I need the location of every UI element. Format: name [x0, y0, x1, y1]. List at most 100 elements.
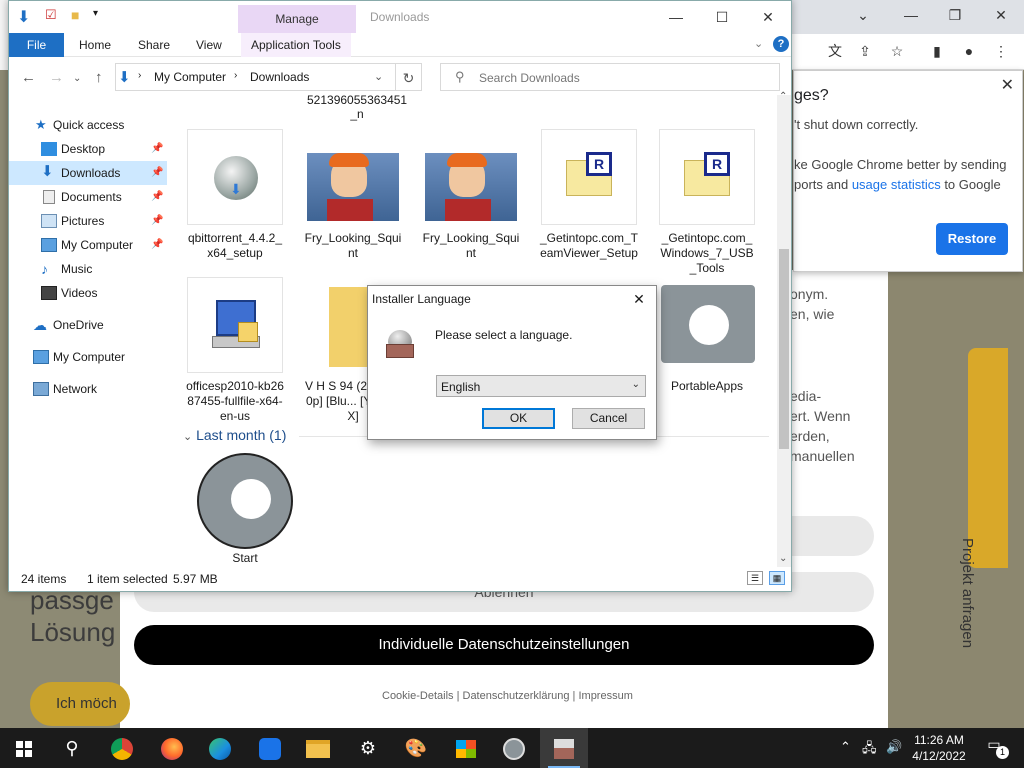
- dialog-message: Please select a language.: [435, 328, 573, 342]
- restore-button[interactable]: Restore: [936, 223, 1008, 255]
- search-input[interactable]: ⚲ Search Downloads: [440, 63, 780, 91]
- pin-icon[interactable]: 📌: [151, 185, 163, 209]
- pin-icon[interactable]: 📌: [151, 137, 163, 161]
- firefox-icon[interactable]: [148, 728, 196, 768]
- installer-taskbar-icon[interactable]: [540, 728, 588, 768]
- search-icon[interactable]: ⚲: [48, 728, 96, 768]
- file-explorer-icon[interactable]: [294, 728, 342, 768]
- sidebar-item-quick-access[interactable]: ★ Quick access: [9, 113, 167, 137]
- file-item[interactable]: PortableApps: [657, 277, 757, 394]
- language-select[interactable]: English ⌄: [436, 375, 646, 397]
- sidebar-item-documents[interactable]: Documents 📌: [9, 185, 167, 209]
- sidebar-item-network[interactable]: Network: [9, 377, 167, 401]
- file-item[interactable]: officesp2010-kb2687455-fullfile-x64-en-u…: [185, 277, 285, 424]
- ok-button[interactable]: OK: [482, 408, 555, 429]
- sidebar-item-pictures[interactable]: Pictures 📌: [9, 209, 167, 233]
- project-request-button[interactable]: Projekt anfragen: [959, 348, 1008, 648]
- sidebar-item-downloads[interactable]: ⬇ Downloads 📌: [9, 161, 167, 185]
- close-icon[interactable]: ✕: [745, 5, 791, 29]
- sidebar-item-label: Downloads: [61, 166, 121, 180]
- chrome-icon[interactable]: [98, 728, 146, 768]
- sidebar-item-music[interactable]: ♪ Music: [9, 257, 167, 281]
- breadcrumb-separator-icon[interactable]: ›: [234, 70, 237, 81]
- show-hidden-icons-icon[interactable]: ⌃: [840, 739, 851, 755]
- manage-tab[interactable]: Manage: [238, 5, 356, 33]
- portableapps-icon[interactable]: [490, 728, 538, 768]
- cancel-button[interactable]: Cancel: [572, 408, 645, 429]
- pin-icon[interactable]: 📌: [151, 209, 163, 233]
- translate-icon[interactable]: 文: [822, 38, 848, 64]
- pin-icon[interactable]: 📌: [151, 233, 163, 257]
- file-item[interactable]: Fry_Looking_Squint: [421, 129, 521, 261]
- file-item[interactable]: Fry_Looking_Squint: [303, 129, 403, 261]
- privacy-settings-button[interactable]: Individuelle Datenschutzeinstellungen: [134, 625, 874, 665]
- sidebar-item-desktop[interactable]: Desktop 📌: [9, 137, 167, 161]
- restore-window-icon[interactable]: ❐: [942, 2, 968, 28]
- cookie-footer-links[interactable]: Cookie-Details | Datenschutzerklärung | …: [382, 684, 633, 708]
- close-icon[interactable]: ✕: [1001, 75, 1014, 95]
- system-clock[interactable]: 11:26 AM 4/12/2022: [908, 732, 970, 764]
- windows-start-icon[interactable]: [0, 728, 48, 768]
- recent-locations-icon[interactable]: ⌄: [73, 73, 81, 84]
- sidebar-item-my-computer[interactable]: My Computer 📌: [9, 233, 167, 257]
- sidebar-item-onedrive[interactable]: ☁ OneDrive: [9, 313, 167, 337]
- forward-arrow-icon[interactable]: →: [49, 69, 64, 86]
- back-arrow-icon[interactable]: ←: [21, 69, 36, 86]
- website-cta-button[interactable]: Ich möch: [30, 682, 130, 726]
- sidepanel-icon[interactable]: ▮: [924, 38, 950, 64]
- store-icon[interactable]: [442, 728, 490, 768]
- large-icons-view-icon[interactable]: ▦: [769, 571, 785, 585]
- sidebar-item-my-computer-root[interactable]: My Computer: [9, 345, 167, 369]
- profile-icon[interactable]: ●: [956, 38, 982, 64]
- chevron-down-icon[interactable]: ⌄: [754, 37, 763, 50]
- breadcrumb-separator-icon[interactable]: ›: [138, 70, 141, 81]
- new-folder-icon[interactable]: ■: [71, 7, 79, 23]
- file-item[interactable]: ⬇ qbittorrent_4.4.2_x64_setup: [185, 129, 285, 261]
- help-icon[interactable]: ?: [773, 36, 789, 52]
- vertical-scrollbar[interactable]: ⌃ ⌄: [777, 91, 791, 567]
- up-arrow-icon[interactable]: ↑: [95, 69, 103, 86]
- tab-view[interactable]: View: [196, 33, 222, 57]
- tab-file[interactable]: File: [9, 33, 64, 57]
- volume-icon[interactable]: 🔊: [886, 739, 902, 755]
- minimize-icon[interactable]: —: [653, 5, 699, 29]
- file-item[interactable]: R _Getintopc.com_TeamViewer_Setup: [539, 129, 639, 261]
- file-item[interactable]: R _Getintopc.com_Windows_7_USB_Tools: [657, 129, 757, 276]
- address-bar[interactable]: ⬇ › My Computer › Downloads ⌄: [115, 63, 396, 91]
- tab-application-tools[interactable]: Application Tools: [241, 33, 351, 57]
- details-view-icon[interactable]: ☰: [747, 571, 763, 585]
- scroll-down-icon[interactable]: ⌄: [779, 553, 787, 564]
- minimize-icon[interactable]: —: [898, 2, 924, 28]
- teamviewer-icon[interactable]: [246, 728, 294, 768]
- refresh-icon[interactable]: ↻: [396, 63, 422, 91]
- close-icon[interactable]: ✕: [988, 2, 1014, 28]
- pin-icon[interactable]: 📌: [151, 161, 163, 185]
- share-icon[interactable]: ⇪: [852, 38, 878, 64]
- settings-gear-icon[interactable]: ⚙: [344, 728, 392, 768]
- breadcrumb-my-computer[interactable]: My Computer: [154, 70, 226, 84]
- properties-icon[interactable]: ☑: [45, 7, 57, 23]
- file-item[interactable]: Start: [195, 453, 295, 566]
- scrollbar-thumb[interactable]: [779, 249, 789, 449]
- tab-home[interactable]: Home: [79, 33, 111, 57]
- quick-access-dropdown-icon[interactable]: ▾: [93, 8, 98, 19]
- notification-icon[interactable]: ▭ 1: [982, 736, 1009, 760]
- tab-share[interactable]: Share: [138, 33, 170, 57]
- chevron-down-icon[interactable]: ⌄: [850, 2, 876, 28]
- dialog-title-bar[interactable]: Installer Language ✕: [368, 286, 656, 312]
- paint-icon[interactable]: 🎨: [392, 728, 440, 768]
- group-header-last-month[interactable]: ⌄ Last month (1): [183, 427, 286, 443]
- file-item[interactable]: 521396055363451 _n: [307, 95, 407, 121]
- edge-icon[interactable]: [196, 728, 244, 768]
- scroll-up-icon[interactable]: ⌃: [779, 91, 787, 102]
- breadcrumb-downloads[interactable]: Downloads: [250, 70, 309, 84]
- usage-statistics-link[interactable]: usage statistics: [852, 177, 941, 192]
- menu-kebab-icon[interactable]: ⋮: [988, 38, 1014, 64]
- close-icon[interactable]: ✕: [628, 288, 650, 310]
- chevron-down-icon[interactable]: ⌄: [374, 70, 383, 83]
- maximize-icon[interactable]: ☐: [699, 5, 745, 29]
- network-icon[interactable]: 🖧: [862, 739, 877, 761]
- bookmark-star-icon[interactable]: ☆: [884, 38, 910, 64]
- sidebar-item-videos[interactable]: Videos: [9, 281, 167, 305]
- title-bar[interactable]: ⬇ ☑ ■ ▾ Manage Downloads — ☐ ✕: [9, 1, 791, 33]
